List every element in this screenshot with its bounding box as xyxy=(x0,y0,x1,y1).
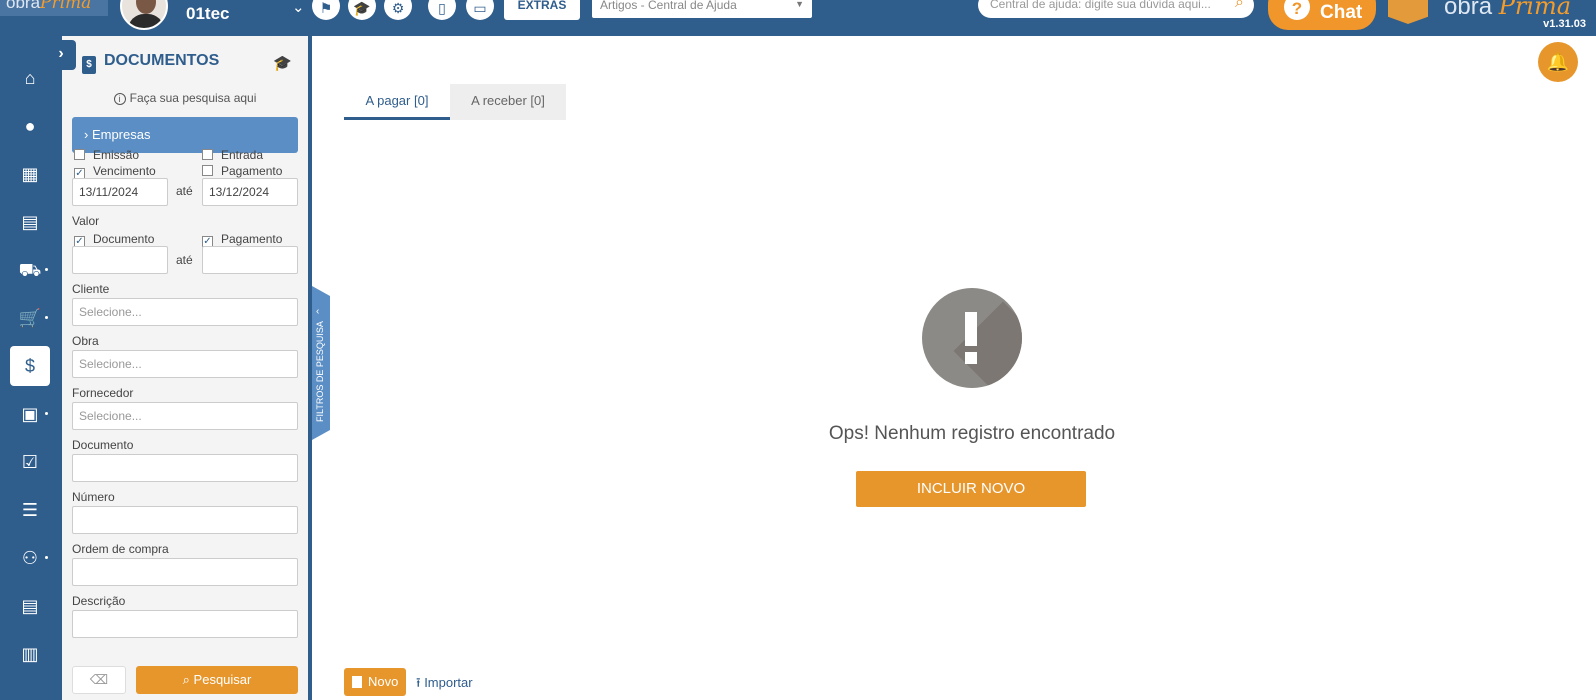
checkbox-pagamento[interactable]: Pagamento xyxy=(202,164,282,178)
chart-icon[interactable]: ▥ xyxy=(10,634,50,674)
obra-label: Obra xyxy=(72,334,99,348)
tab-a-receber[interactable]: A receber [0] xyxy=(450,84,566,120)
search-hint: i Faça sua pesquisa aqui xyxy=(62,91,308,105)
valor-from-input[interactable] xyxy=(72,246,168,274)
numero-input[interactable] xyxy=(72,506,298,534)
chevron-down-icon[interactable]: ⌄ xyxy=(292,0,305,16)
ordem-compra-input[interactable] xyxy=(72,558,298,586)
truck-icon[interactable]: ⛟ xyxy=(10,250,50,290)
checklist-doc-icon[interactable]: ☑ xyxy=(10,442,50,482)
search-icon: ⌕ xyxy=(182,672,190,687)
flag-icon[interactable]: ⚑ xyxy=(312,0,340,20)
top-bar: obraPrima 01tec ⌄ ⚑ 🎓 ⚙ ▯ ▭ EXTRAS Artig… xyxy=(0,0,1596,36)
new-button[interactable]: Novo xyxy=(344,668,406,696)
archive-icon[interactable]: ▣ xyxy=(10,394,50,434)
ate-label-2: até xyxy=(176,253,193,267)
import-link[interactable]: ⭱ Importar xyxy=(416,674,473,696)
search-icon[interactable]: ⌕ xyxy=(1235,0,1244,12)
version-label: v1.31.03 xyxy=(1543,18,1586,30)
search-button[interactable]: ⌕ Pesquisar xyxy=(136,666,298,694)
new-file-icon xyxy=(352,676,362,688)
document-dollar-icon[interactable]: ▤ xyxy=(10,202,50,242)
chevron-left-icon: ‹ xyxy=(316,306,320,317)
date-to-input[interactable]: 13/12/2024 xyxy=(202,178,298,206)
cart-icon[interactable]: 🛒 xyxy=(10,298,50,338)
filters-side-tab[interactable]: ‹ FILTROS DE PESQUISA xyxy=(312,286,330,440)
left-nav: ⌂ ● ▦ ▤ ⛟ 🛒 $ ▣ ☑ ☰ ⚇ ▤ ▥ xyxy=(0,36,62,700)
fornecedor-label: Fornecedor xyxy=(72,386,134,400)
document-icon: $ xyxy=(82,56,96,74)
ordem-label: Ordem de compra xyxy=(72,542,169,556)
list-check-icon[interactable]: ☰ xyxy=(10,490,50,530)
checkbox-entrada[interactable]: Entrada xyxy=(202,148,263,162)
graduation-cap-icon[interactable]: 🎓 xyxy=(348,0,376,20)
upload-icon: ⭱ xyxy=(416,675,421,690)
user-icon[interactable]: ● xyxy=(10,106,50,146)
mobile-icon[interactable]: ▯ xyxy=(428,0,456,20)
checkbox-valor-pagamento[interactable]: ✓ Pagamento xyxy=(202,232,282,247)
user-avatar[interactable] xyxy=(120,0,168,30)
home-icon[interactable]: ⌂ xyxy=(10,58,50,98)
box-logo-icon xyxy=(1388,0,1428,24)
chat-button[interactable]: ? Chat xyxy=(1268,0,1376,30)
panel-title: $ DOCUMENTOS xyxy=(82,52,219,74)
help-search-input[interactable]: Central de ajuda: digite sua dúvida aqui… xyxy=(978,0,1254,18)
exclamation-icon xyxy=(922,288,1022,388)
monitor-icon[interactable]: ▭ xyxy=(466,0,494,20)
dollar-icon[interactable]: $ xyxy=(10,346,50,386)
include-new-button[interactable]: INCLUIR NOVO xyxy=(856,471,1086,507)
numero-label: Número xyxy=(72,490,115,504)
tab-a-pagar[interactable]: A pagar [0] xyxy=(344,84,450,120)
date-from-input[interactable]: 13/11/2024 xyxy=(72,178,168,206)
documento-input[interactable] xyxy=(72,454,298,482)
empty-message: Ops! Nenhum registro encontrado xyxy=(828,423,1116,444)
report-icon[interactable]: ▤ xyxy=(10,586,50,626)
graduation-cap-icon[interactable]: 🎓 xyxy=(273,54,292,72)
descricao-input[interactable] xyxy=(72,610,298,638)
collapse-menu-button[interactable]: › xyxy=(46,40,76,70)
documento-label: Documento xyxy=(72,438,134,452)
brand-logo[interactable]: obraPrima xyxy=(0,0,108,16)
extras-button[interactable]: EXTRAS xyxy=(504,0,580,20)
company-name: 01tec xyxy=(186,4,230,23)
obra-select[interactable]: Selecione... xyxy=(72,350,298,378)
fornecedor-select[interactable]: Selecione... xyxy=(72,402,298,430)
eraser-icon[interactable]: ⌫ xyxy=(72,666,126,694)
cliente-select[interactable]: Selecione... xyxy=(72,298,298,326)
question-icon: ? xyxy=(1284,0,1310,20)
gear-icon[interactable]: ⚙ xyxy=(384,0,412,20)
info-icon: i xyxy=(113,93,126,105)
ate-label: até xyxy=(176,184,193,198)
cliente-label: Cliente xyxy=(72,282,110,296)
checkbox-emissao[interactable]: Emissão xyxy=(74,148,139,162)
articles-select[interactable]: Artigos - Central de Ajuda ▼ xyxy=(592,0,812,18)
building-icon[interactable]: ▦ xyxy=(10,154,50,194)
caret-down-icon: ▼ xyxy=(795,0,804,9)
team-icon[interactable]: ⚇ xyxy=(10,538,50,578)
bell-icon[interactable]: 🔔 xyxy=(1538,42,1578,82)
filter-panel: $ DOCUMENTOS 🎓 i Faça sua pesquisa aqui › … xyxy=(62,36,312,700)
checkbox-valor-documento[interactable]: ✓ Documento xyxy=(74,232,154,247)
descricao-label: Descrição xyxy=(72,594,126,608)
valor-label: Valor xyxy=(72,214,100,228)
valor-to-input[interactable] xyxy=(202,246,298,274)
checkbox-vencimento[interactable]: ✓ Vencimento xyxy=(74,164,156,179)
